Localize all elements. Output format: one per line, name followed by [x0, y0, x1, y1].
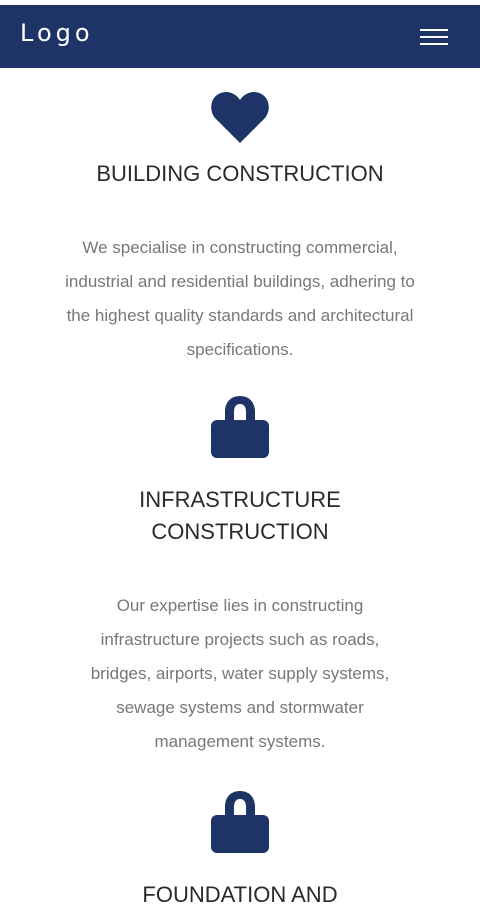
services-section: BUILDING CONSTRUCTION We specialise in c… [0, 68, 480, 911]
navbar: Logo [0, 5, 480, 68]
menu-line [420, 36, 448, 38]
menu-line [420, 29, 448, 31]
hamburger-menu-icon[interactable] [420, 28, 448, 48]
service-infrastructure-construction: INFRASTRUCTURE CONSTRUCTION Our expertis… [0, 367, 480, 759]
service-title: BUILDING CONSTRUCTION [96, 161, 384, 186]
service-foundation: FOUNDATION AND [0, 759, 480, 911]
menu-line [420, 43, 448, 45]
service-description: Our expertise lies in constructing infra… [90, 596, 390, 751]
service-building-construction: BUILDING CONSTRUCTION We specialise in c… [0, 68, 480, 367]
service-title: INFRASTRUCTURE CONSTRUCTION [139, 487, 341, 544]
service-description: We specialise in constructing commercial… [65, 238, 415, 359]
logo[interactable]: Logo [20, 19, 94, 47]
service-title: FOUNDATION AND [142, 882, 338, 907]
heart-icon [211, 92, 269, 143]
lock-icon [211, 791, 269, 853]
lock-icon [211, 396, 269, 458]
